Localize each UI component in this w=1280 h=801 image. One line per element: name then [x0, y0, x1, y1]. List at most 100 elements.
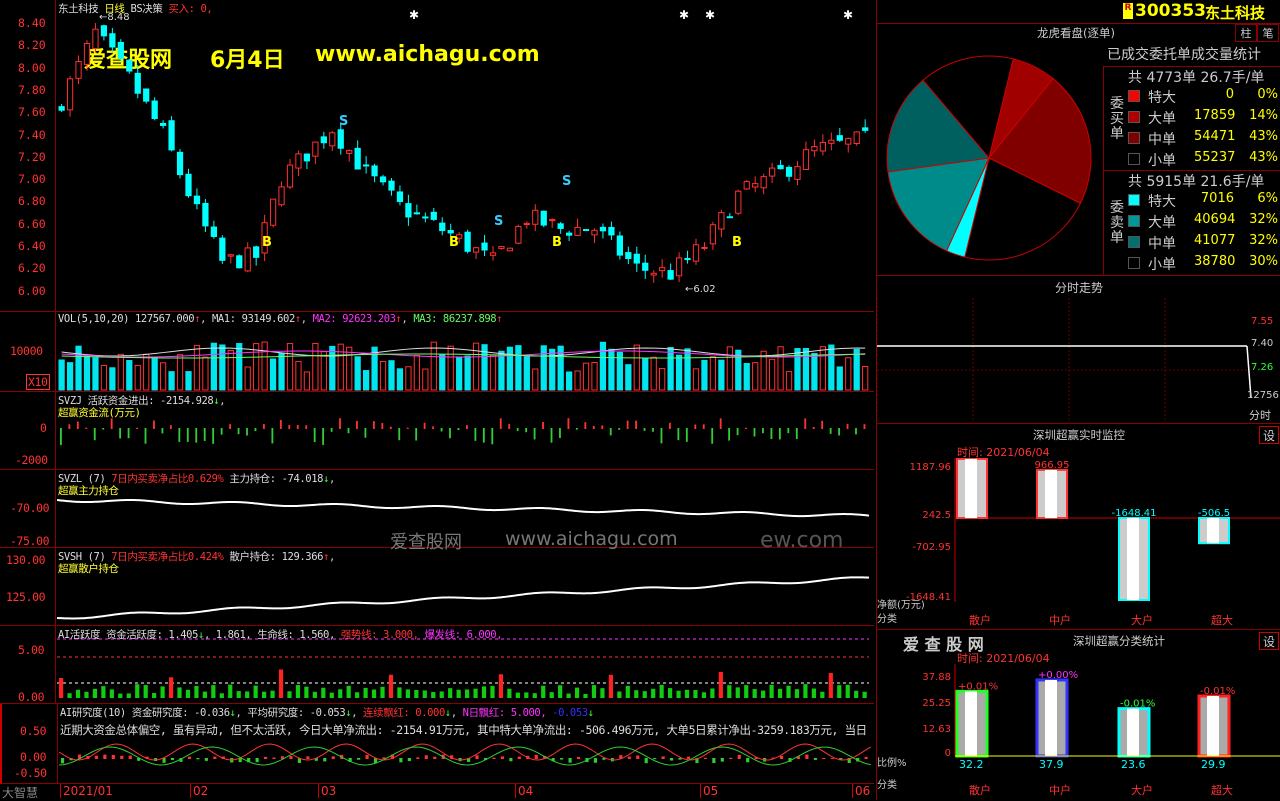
activity-bar — [329, 692, 334, 698]
flow-bar — [356, 420, 358, 429]
volume-bar — [845, 357, 852, 391]
star-marker: ✱ — [843, 8, 853, 22]
volume-bar — [794, 348, 801, 391]
volume-bar — [363, 370, 370, 391]
volume-bar — [642, 357, 649, 391]
volume-bar — [456, 356, 463, 391]
study-bar — [729, 757, 733, 759]
intraday-panel[interactable]: 分时走势 7.55 7.40 7.26 12756 分时 — [877, 276, 1280, 424]
svsh-chart[interactable] — [57, 548, 874, 625]
flow-bar — [728, 428, 731, 441]
study-red-line — [59, 743, 872, 761]
study-bar — [170, 758, 175, 761]
volume-bar — [100, 364, 108, 391]
activity-bar — [828, 673, 833, 698]
study-bar — [162, 758, 166, 763]
sell-signal: S — [339, 114, 348, 129]
candle-body — [599, 226, 607, 232]
activity-bar — [304, 686, 309, 698]
flow-bar — [271, 428, 274, 444]
candle-body — [303, 153, 311, 162]
classify-value: 32.2 — [959, 758, 984, 771]
activity-bar — [109, 689, 114, 698]
classify-bar-chart: 37.88 25.25 12.63 0 +0.01% 32.2 散户 +0.00% 37.9 中户… — [877, 664, 1280, 797]
ai-study-panel[interactable]: 0.50 0.00 -0.50 AI研究度(10) 资金研究度: -0.036↓… — [0, 704, 874, 784]
activity-bar — [245, 691, 250, 698]
flow-bar — [499, 418, 502, 429]
activity-bar — [854, 690, 859, 698]
volume-bar — [405, 366, 412, 391]
flow-bar — [669, 422, 671, 429]
svsh-panel[interactable]: 130.00 125.00 SVSH (7) 7日内买卖净占比0.424% 散户… — [0, 528, 874, 626]
classify-settings-button[interactable]: 设 — [1259, 632, 1279, 650]
activity-bar — [405, 689, 410, 698]
price-panel[interactable]: 8.40 8.20 8.00 7.80 7.60 7.40 7.20 7.00 6.80 6.60… — [0, 0, 874, 312]
candle-body — [498, 245, 505, 249]
price-axis: 8.40 8.20 8.00 7.80 7.60 7.40 7.20 7.00 6.80 6.60… — [0, 0, 56, 311]
activity-bar — [211, 685, 216, 698]
bar-mode-button[interactable]: 柱 — [1235, 24, 1257, 42]
candle-body — [549, 219, 556, 222]
monitor-bar-highlight — [1207, 518, 1219, 544]
activity-bar — [473, 688, 478, 698]
candle-body — [185, 173, 192, 197]
candle-body — [176, 151, 184, 176]
candle-body — [574, 226, 581, 236]
volume-chart[interactable] — [57, 312, 874, 391]
candle-body — [650, 272, 657, 276]
low-price-marker: ←6.02 — [685, 284, 716, 295]
price-y-label: 6.20 — [18, 261, 46, 276]
intraday-chart[interactable] — [877, 298, 1280, 424]
svzj-panel[interactable]: 0 -2000 SVZJ 活跃资金进出: -2154.928↓, 超赢资金流(万… — [0, 392, 874, 470]
activity-bar — [262, 691, 267, 698]
study-bar — [560, 758, 564, 760]
candle-body — [760, 176, 767, 189]
volume-bar — [802, 347, 810, 391]
volume-bar — [109, 367, 116, 391]
order-type: 大单 — [1148, 111, 1176, 127]
pen-mode-button[interactable]: 笔 — [1257, 24, 1279, 42]
star-marker: ✱ — [705, 8, 715, 22]
flow-bar — [288, 425, 291, 429]
monitor-settings-button[interactable]: 设 — [1259, 426, 1279, 444]
monitor-category: 散户 — [969, 613, 991, 627]
ai-activity-chart[interactable] — [57, 626, 874, 703]
ai-study-chart[interactable] — [59, 704, 876, 783]
candle-body — [557, 223, 564, 229]
study-bar — [627, 756, 631, 759]
candle-body — [92, 28, 99, 50]
chart-area[interactable]: 8.40 8.20 8.00 7.80 7.60 7.40 7.20 7.00 6.80 6.60… — [0, 0, 874, 800]
svzl-chart[interactable] — [57, 470, 874, 547]
study-bar — [864, 756, 868, 759]
candle-body — [684, 258, 691, 261]
flow-bar — [702, 424, 705, 429]
svzj-chart[interactable] — [57, 392, 874, 469]
flow-bar — [584, 422, 587, 429]
flow-bar — [406, 427, 409, 429]
candle-body — [75, 61, 82, 79]
activity-bar — [152, 692, 157, 698]
candlestick-chart[interactable]: ←8.48 ←6.02 B B B B S S S ✱ ✱ ✱ ✱ — [57, 0, 874, 311]
candle-body — [295, 153, 302, 169]
candle-body — [210, 226, 217, 237]
flow-bar — [482, 428, 485, 443]
candle-body — [481, 242, 488, 251]
volume-bar — [176, 354, 184, 391]
activity-bar — [168, 677, 174, 698]
volume-bar — [337, 343, 344, 391]
flow-bar — [432, 426, 435, 429]
flow-bar — [508, 424, 511, 429]
ai-activity-panel[interactable]: 5.00 0.00 AI活跃度 资金活跃度: 1.405↓, 1.861, 生命… — [0, 626, 874, 704]
intra-y0: 7.55 — [1251, 316, 1274, 327]
volume-bar — [599, 341, 607, 391]
activity-bar — [185, 689, 191, 698]
candle-body — [608, 226, 615, 236]
flow-bar — [330, 428, 333, 432]
order-percent: 43% — [1249, 150, 1278, 165]
flow-bar — [229, 424, 232, 429]
svzj-y0: 0 — [40, 421, 47, 435]
volume-panel[interactable]: 10000 X10 VOL(5,10,20) 127567.000↑, MA1:… — [0, 312, 874, 392]
study-green-line — [59, 746, 872, 766]
volume-bar — [726, 346, 733, 391]
candle-body — [126, 59, 133, 72]
